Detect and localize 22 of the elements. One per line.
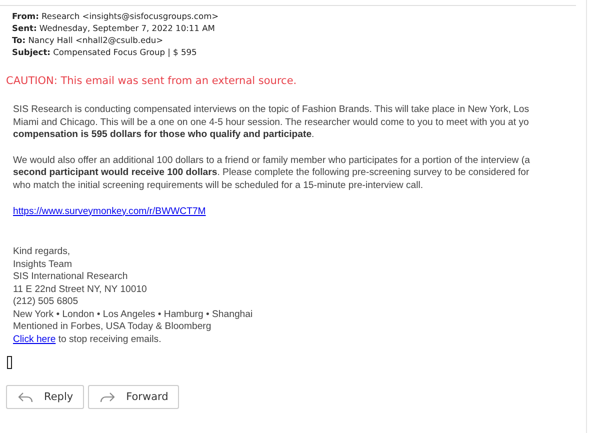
- forward-button[interactable]: Forward: [88, 385, 180, 410]
- signature-line: Insights Team: [13, 258, 72, 272]
- body-paragraph: SIS Research is conducting compensated interviews on the topic of Fashion Brands. This will take place in New York, Los Miami and Chicago. This will be a one on one 4-5 hour session. The researcher would come to you to meet with you at yo compensation is 595 dollars for those who qualify and participate.: [13, 104, 530, 142]
- survey-link[interactable]: https://www.surveymonkey.com/r/BWWCT7M: [13, 206, 206, 217]
- signature-line: (212) 505 6805: [13, 296, 78, 309]
- unsubscribe-line: Click here to stop receiving emails.: [13, 334, 162, 346]
- reply-arrow-icon: [17, 390, 34, 404]
- header-line: From: Research <insights@sisfocusgroups.com>: [12, 10, 220, 22]
- header-line: Subject: Compensated Focus Group | $ 595: [12, 46, 198, 58]
- body-paragraph: We would also offer an additional 100 dollars to a friend or family member who participates for a portion of the interview (a second participant would receive 100 dollars. Please complete the following pre-screening survey to be considered for who match the initial screening requirements will be scheduled for a 15-minute pre-interview call.: [13, 154, 530, 193]
- signature-line: Kind regards,: [13, 246, 70, 259]
- caution-notice: CAUTION: This email was sent from an external source.: [6, 75, 298, 87]
- text-cursor-icon: [7, 356, 12, 370]
- unsubscribe-link[interactable]: Click here: [13, 334, 56, 345]
- header-line: Sent: Wednesday, September 7, 2022 10:11 AM: [12, 22, 216, 34]
- signature-line: Mentioned in Forbes, USA Today & Bloomberg: [13, 321, 212, 334]
- reply-button[interactable]: Reply: [6, 385, 84, 410]
- header-line: To: Nancy Hall <nhall2@csulb.edu>: [12, 34, 164, 46]
- signature-line: SIS International Research: [13, 271, 128, 284]
- forward-arrow-icon: [99, 390, 116, 404]
- signature-line: 11 E 22nd Street NY, NY 10010: [13, 284, 147, 296]
- signature-line: New York • London • Los Angeles • Hamburg • Shanghai: [13, 308, 253, 322]
